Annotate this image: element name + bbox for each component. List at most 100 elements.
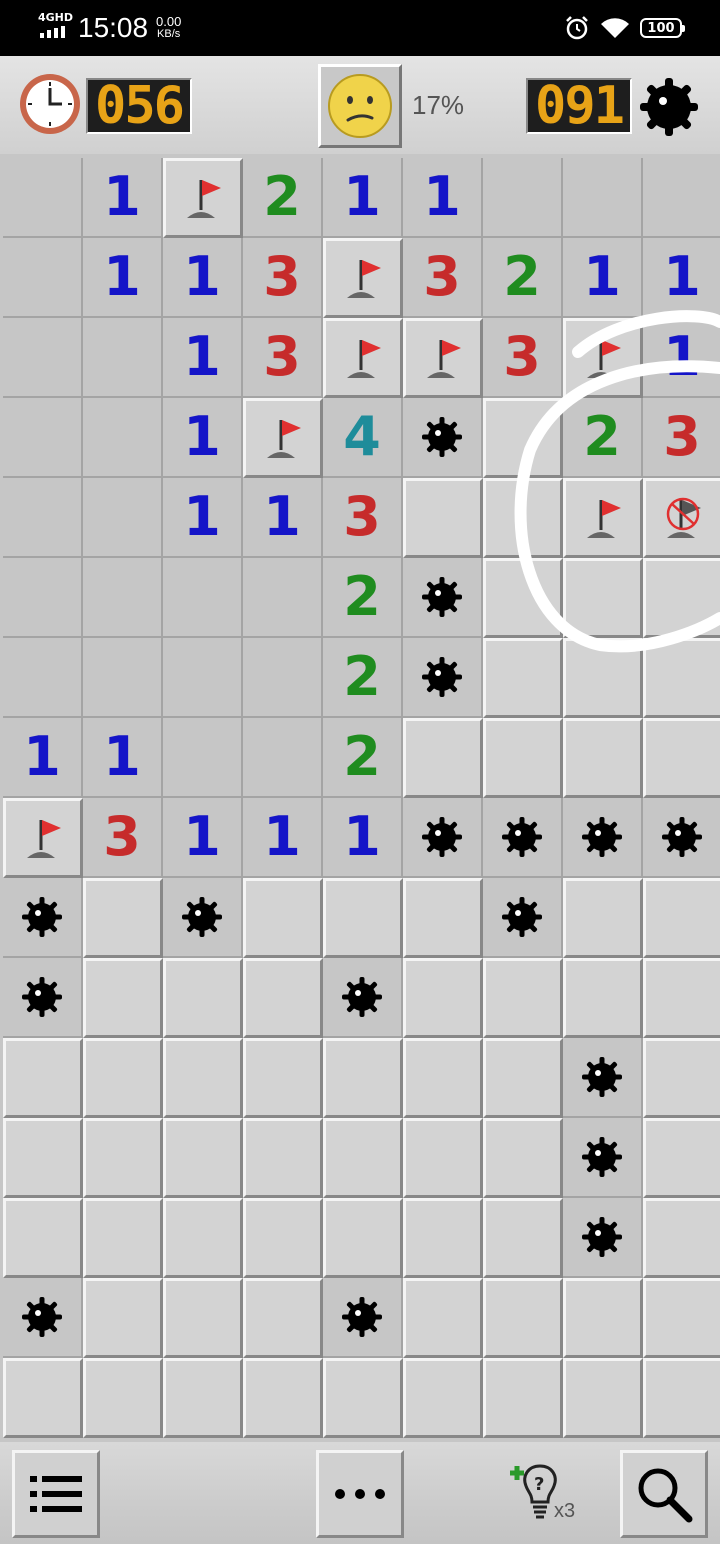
number-cell[interactable]: 1 — [643, 318, 720, 398]
number-cell[interactable]: 1 — [403, 158, 483, 238]
covered-cell[interactable] — [643, 958, 720, 1038]
covered-cell[interactable] — [323, 1118, 403, 1198]
covered-cell[interactable] — [483, 398, 563, 478]
hint-button[interactable]: ? x3 — [508, 1460, 588, 1532]
empty-cell[interactable] — [3, 638, 83, 718]
empty-cell[interactable] — [83, 478, 163, 558]
covered-cell[interactable] — [3, 1198, 83, 1278]
number-cell[interactable]: 1 — [163, 318, 243, 398]
covered-cell[interactable] — [163, 1198, 243, 1278]
number-cell[interactable]: 1 — [163, 478, 243, 558]
covered-cell[interactable] — [83, 1118, 163, 1198]
covered-cell[interactable] — [483, 1118, 563, 1198]
number-cell[interactable]: 3 — [83, 798, 163, 878]
mine-cell[interactable] — [3, 958, 83, 1038]
number-cell[interactable]: 1 — [83, 158, 163, 238]
covered-cell[interactable] — [483, 718, 563, 798]
covered-cell[interactable] — [83, 1358, 163, 1438]
empty-cell[interactable] — [83, 398, 163, 478]
empty-cell[interactable] — [563, 158, 643, 238]
mine-cell[interactable] — [563, 798, 643, 878]
flagged-cell[interactable] — [563, 478, 643, 558]
flagged-cell[interactable] — [323, 318, 403, 398]
mine-cell[interactable] — [563, 1118, 643, 1198]
covered-cell[interactable] — [483, 478, 563, 558]
covered-cell[interactable] — [403, 958, 483, 1038]
covered-cell[interactable] — [83, 1198, 163, 1278]
covered-cell[interactable] — [3, 1358, 83, 1438]
covered-cell[interactable] — [403, 1038, 483, 1118]
covered-cell[interactable] — [563, 1278, 643, 1358]
flagged-cell[interactable] — [243, 398, 323, 478]
number-cell[interactable]: 2 — [323, 558, 403, 638]
empty-cell[interactable] — [483, 158, 563, 238]
mine-cell[interactable] — [403, 398, 483, 478]
mine-cell[interactable] — [563, 1038, 643, 1118]
covered-cell[interactable] — [483, 558, 563, 638]
empty-cell[interactable] — [83, 558, 163, 638]
number-cell[interactable]: 2 — [323, 638, 403, 718]
number-cell[interactable]: 1 — [643, 238, 720, 318]
flagged-cell[interactable] — [3, 798, 83, 878]
empty-cell[interactable] — [243, 718, 323, 798]
covered-cell[interactable] — [643, 718, 720, 798]
flagged-cell[interactable] — [403, 318, 483, 398]
number-cell[interactable]: 2 — [323, 718, 403, 798]
empty-cell[interactable] — [83, 638, 163, 718]
covered-cell[interactable] — [643, 558, 720, 638]
covered-cell[interactable] — [563, 558, 643, 638]
covered-cell[interactable] — [643, 1358, 720, 1438]
covered-cell[interactable] — [323, 1198, 403, 1278]
number-cell[interactable]: 1 — [323, 798, 403, 878]
covered-cell[interactable] — [163, 1358, 243, 1438]
covered-cell[interactable] — [403, 718, 483, 798]
covered-cell[interactable] — [403, 1358, 483, 1438]
zoom-button[interactable] — [620, 1450, 708, 1538]
covered-cell[interactable] — [643, 878, 720, 958]
covered-cell[interactable] — [243, 878, 323, 958]
covered-cell[interactable] — [243, 1358, 323, 1438]
number-cell[interactable]: 3 — [403, 238, 483, 318]
number-cell[interactable]: 1 — [163, 398, 243, 478]
flagged-cell[interactable] — [163, 158, 243, 238]
covered-cell[interactable] — [563, 718, 643, 798]
covered-cell[interactable] — [643, 1118, 720, 1198]
number-cell[interactable]: 1 — [243, 478, 323, 558]
number-cell[interactable]: 1 — [83, 718, 163, 798]
mine-cell[interactable] — [563, 1198, 643, 1278]
flagged-cell[interactable] — [563, 318, 643, 398]
covered-cell[interactable] — [563, 1358, 643, 1438]
empty-cell[interactable] — [3, 398, 83, 478]
covered-cell[interactable] — [483, 1358, 563, 1438]
covered-cell[interactable] — [3, 1118, 83, 1198]
number-cell[interactable]: 1 — [243, 798, 323, 878]
covered-cell[interactable] — [243, 1278, 323, 1358]
covered-cell[interactable] — [243, 1038, 323, 1118]
wrong-flag-cell[interactable] — [643, 478, 720, 558]
covered-cell[interactable] — [483, 1278, 563, 1358]
flagged-cell[interactable] — [323, 238, 403, 318]
covered-cell[interactable] — [643, 1198, 720, 1278]
covered-cell[interactable] — [483, 1038, 563, 1118]
more-options-button[interactable] — [316, 1450, 404, 1538]
empty-cell[interactable] — [3, 238, 83, 318]
number-cell[interactable]: 2 — [483, 238, 563, 318]
covered-cell[interactable] — [163, 1278, 243, 1358]
number-cell[interactable]: 2 — [243, 158, 323, 238]
menu-button[interactable] — [12, 1450, 100, 1538]
mine-cell[interactable] — [323, 1278, 403, 1358]
number-cell[interactable]: 1 — [83, 238, 163, 318]
covered-cell[interactable] — [243, 1118, 323, 1198]
number-cell[interactable]: 1 — [163, 798, 243, 878]
covered-cell[interactable] — [323, 878, 403, 958]
covered-cell[interactable] — [403, 478, 483, 558]
empty-cell[interactable] — [3, 158, 83, 238]
covered-cell[interactable] — [483, 958, 563, 1038]
covered-cell[interactable] — [643, 1038, 720, 1118]
empty-cell[interactable] — [163, 638, 243, 718]
number-cell[interactable]: 1 — [3, 718, 83, 798]
covered-cell[interactable] — [163, 1038, 243, 1118]
empty-cell[interactable] — [83, 318, 163, 398]
covered-cell[interactable] — [563, 878, 643, 958]
covered-cell[interactable] — [403, 878, 483, 958]
